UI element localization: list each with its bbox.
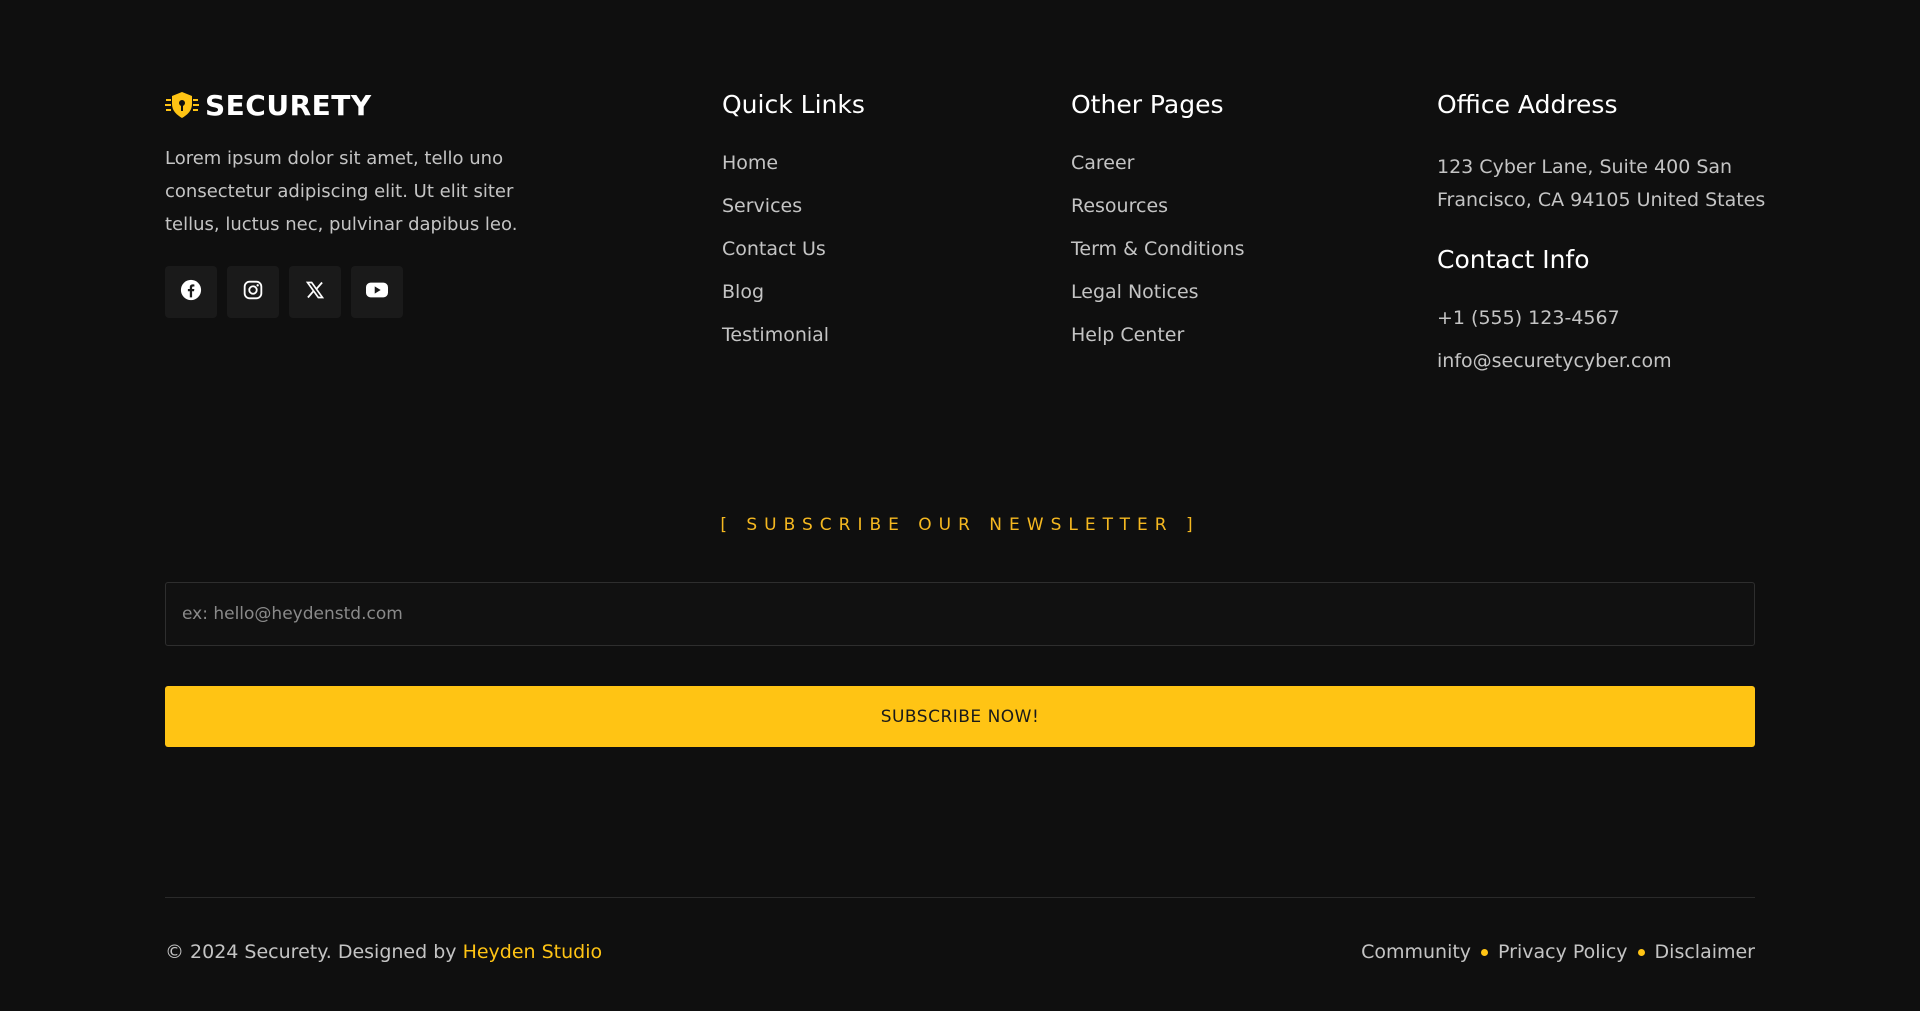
youtube-icon (366, 281, 388, 303)
brand-description: Lorem ipsum dolor sit amet, tello uno co… (165, 148, 518, 235)
footer-divider (165, 897, 1755, 898)
office-address: 123 Cyber Lane, Suite 400 San Francisco,… (1437, 156, 1766, 211)
contact-phone[interactable]: +1 (555) 123-4567 (1437, 306, 1777, 349)
quick-link-home[interactable]: Home (722, 151, 865, 194)
quick-links-title: Quick Links (722, 90, 865, 119)
newsletter-email-input[interactable] (165, 582, 1755, 646)
other-page-help-center[interactable]: Help Center (1071, 323, 1245, 366)
instagram-link[interactable] (227, 266, 279, 318)
brand-name: SECURETY (205, 88, 372, 122)
separator-dot (1481, 948, 1489, 956)
office-column: Office Address 123 Cyber Lane, Suite 400… (1437, 88, 1777, 392)
quick-link-contact-us[interactable]: Contact Us (722, 237, 865, 280)
legal-links: Community Privacy Policy Disclaimer (1361, 941, 1755, 963)
other-pages-list: Career Resources Term & Conditions Legal… (1071, 151, 1245, 366)
logo[interactable]: SECURETY (165, 88, 565, 122)
other-page-terms[interactable]: Term & Conditions (1071, 237, 1245, 280)
facebook-icon (180, 279, 202, 305)
copyright-text: © 2024 Securety. Designed by (165, 941, 463, 963)
other-page-resources[interactable]: Resources (1071, 194, 1245, 237)
youtube-link[interactable] (351, 266, 403, 318)
other-pages-column: Other Pages Career Resources Term & Cond… (1071, 88, 1245, 366)
instagram-icon (243, 280, 263, 304)
quick-link-services[interactable]: Services (722, 194, 865, 237)
other-page-career[interactable]: Career (1071, 151, 1245, 194)
office-address-title: Office Address (1437, 90, 1618, 119)
studio-link[interactable]: Heyden Studio (463, 941, 603, 963)
quick-links-list: Home Services Contact Us Blog Testimonia… (722, 151, 865, 366)
contact-email[interactable]: info@securetycyber.com (1437, 349, 1777, 392)
quick-link-blog[interactable]: Blog (722, 280, 865, 323)
facebook-link[interactable] (165, 266, 217, 318)
brand-column: SECURETY Lorem ipsum dolor sit amet, tel… (165, 88, 565, 318)
quick-links-column: Quick Links Home Services Contact Us Blo… (722, 88, 865, 366)
copyright: © 2024 Securety. Designed by Heyden Stud… (165, 941, 602, 963)
quick-link-testimonial[interactable]: Testimonial (722, 323, 865, 366)
separator-dot (1637, 948, 1645, 956)
newsletter-label: [ SUBSCRIBE OUR NEWSLETTER ] (720, 515, 1200, 535)
other-pages-title: Other Pages (1071, 90, 1224, 119)
site-footer: SECURETY Lorem ipsum dolor sit amet, tel… (0, 0, 1920, 1011)
community-link[interactable]: Community (1361, 941, 1471, 963)
subscribe-button[interactable]: SUBSCRIBE NOW! (165, 686, 1755, 747)
contact-info-title: Contact Info (1437, 245, 1590, 274)
x-twitter-link[interactable] (289, 266, 341, 318)
privacy-policy-link[interactable]: Privacy Policy (1498, 941, 1627, 963)
contact-info-list: +1 (555) 123-4567 info@securetycyber.com (1437, 306, 1777, 392)
other-page-legal-notices[interactable]: Legal Notices (1071, 280, 1245, 323)
shield-logo-icon (165, 89, 199, 121)
disclaimer-link[interactable]: Disclaimer (1655, 941, 1755, 963)
x-twitter-icon (305, 280, 325, 304)
social-links (165, 266, 565, 318)
